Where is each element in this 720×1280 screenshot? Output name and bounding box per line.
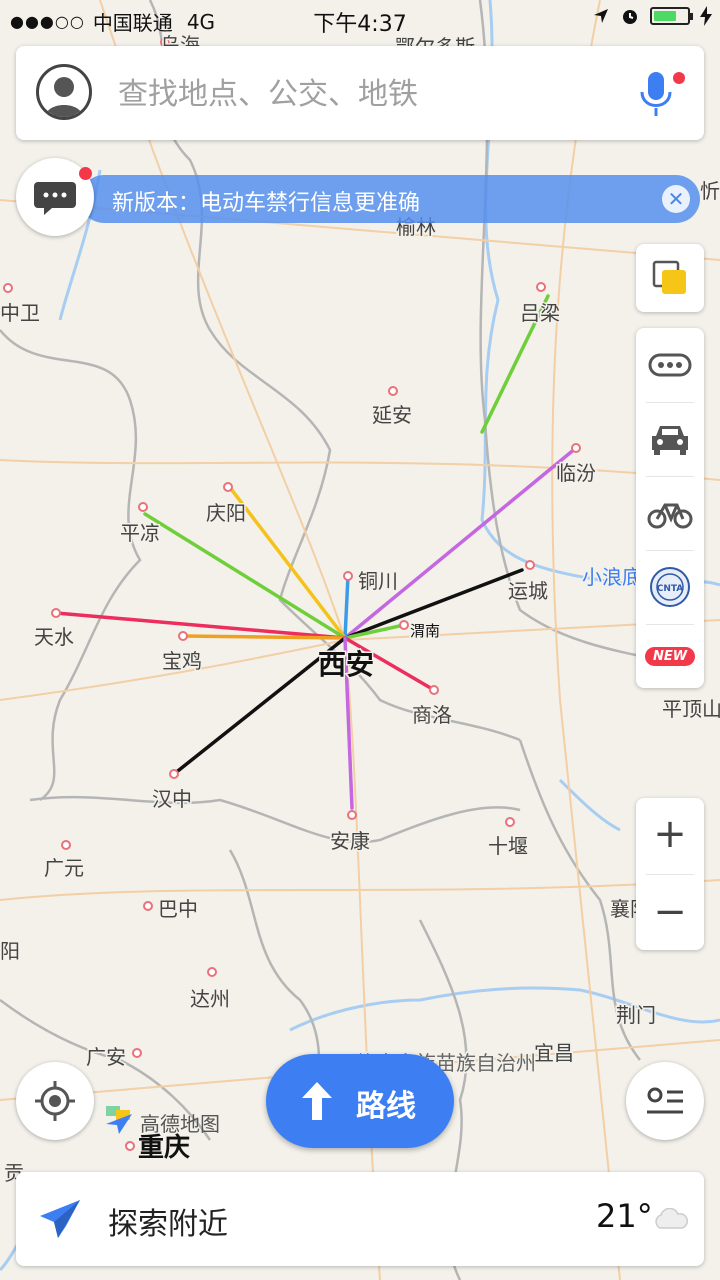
alarm-icon bbox=[623, 10, 637, 24]
city-label: 忻 bbox=[700, 179, 720, 203]
city-marker bbox=[207, 967, 217, 977]
bike-icon bbox=[647, 503, 693, 529]
route-arrow-icon bbox=[302, 1082, 332, 1120]
city-label: 巴中 bbox=[158, 897, 198, 921]
voice-notification-dot bbox=[673, 72, 685, 84]
city-label: 平顶山 bbox=[662, 697, 720, 721]
city-label: 宝鸡 bbox=[162, 649, 202, 673]
bike-button[interactable] bbox=[636, 476, 704, 550]
cnta-label: CNTA bbox=[657, 584, 684, 594]
city-marker bbox=[178, 631, 188, 641]
city-label: 达州 bbox=[190, 987, 230, 1011]
city-marker bbox=[536, 282, 546, 292]
city-marker bbox=[399, 620, 409, 630]
battery-icon bbox=[650, 7, 693, 25]
voice-search-icon[interactable] bbox=[636, 68, 676, 120]
city-marker bbox=[388, 386, 398, 396]
city-label: 中卫 bbox=[0, 301, 40, 325]
city-marker bbox=[347, 810, 357, 820]
city-label: 汉中 bbox=[152, 787, 192, 811]
city-label: 渭南 bbox=[410, 622, 440, 640]
location-arrow-icon bbox=[594, 9, 608, 23]
map-legend-button[interactable] bbox=[626, 1062, 704, 1140]
search-input[interactable] bbox=[116, 66, 600, 122]
side-tool-panel: CNTA NEW bbox=[636, 328, 704, 688]
city-marker bbox=[505, 817, 515, 827]
city-label: 宜昌 bbox=[534, 1041, 574, 1065]
charging-icon bbox=[700, 6, 712, 26]
user-avatar-icon bbox=[45, 77, 83, 117]
list-card-icon bbox=[647, 1087, 683, 1114]
route-button[interactable]: 路线 bbox=[266, 1054, 454, 1148]
city-label: 商洛 bbox=[412, 703, 452, 727]
cloud-icon bbox=[655, 1208, 688, 1229]
zoom-controls: + − bbox=[636, 798, 704, 950]
route-button-label: 路线 bbox=[356, 1089, 416, 1124]
zoom-out-button[interactable]: − bbox=[636, 874, 704, 950]
city-label: 临汾 bbox=[556, 461, 596, 485]
cnta-button[interactable]: CNTA bbox=[636, 550, 704, 624]
cnta-icon: CNTA bbox=[650, 567, 690, 607]
city-marker bbox=[571, 443, 581, 453]
notice-text: 新版本：电动车禁行信息更准确 bbox=[112, 191, 421, 216]
avatar[interactable] bbox=[36, 64, 92, 120]
city-label: 阳 bbox=[0, 939, 20, 963]
route-line-baoji bbox=[181, 634, 347, 640]
zoom-in-button[interactable]: + bbox=[636, 798, 704, 874]
message-notification-dot bbox=[79, 167, 92, 180]
paper-plane-icon bbox=[40, 1200, 80, 1238]
city-marker bbox=[125, 1141, 135, 1151]
city-marker bbox=[138, 502, 148, 512]
city-label: 广安 bbox=[86, 1045, 126, 1069]
explore-nearby-bar[interactable]: 探索附近 21° bbox=[16, 1172, 704, 1266]
city-label: 广元 bbox=[44, 856, 84, 880]
amap-logo-icon bbox=[106, 1106, 132, 1134]
city-label: 安康 bbox=[330, 829, 370, 853]
locate-me-button[interactable] bbox=[16, 1062, 94, 1140]
new-feature-button[interactable]: NEW bbox=[636, 624, 704, 688]
city-label: 天水 bbox=[34, 625, 74, 649]
city-label: 西安 bbox=[318, 648, 374, 681]
crosshair-icon bbox=[35, 1081, 75, 1121]
taxi-icon bbox=[652, 426, 688, 455]
city-marker bbox=[343, 571, 353, 581]
layers-button[interactable] bbox=[636, 244, 704, 312]
city-marker bbox=[132, 1048, 142, 1058]
city-label: 十堰 bbox=[488, 834, 528, 858]
city-marker bbox=[223, 482, 233, 492]
temperature: 21° bbox=[596, 1197, 653, 1235]
taxi-button[interactable] bbox=[636, 402, 704, 476]
notice-banner[interactable]: 新版本：电动车禁行信息更准确 ✕ bbox=[80, 175, 700, 223]
city-label: 平凉 bbox=[120, 521, 160, 545]
city-label: 延安 bbox=[372, 403, 412, 427]
more-icon bbox=[648, 353, 692, 377]
close-icon[interactable]: ✕ bbox=[662, 185, 690, 213]
new-badge: NEW bbox=[644, 646, 696, 666]
city-label: 荆门 bbox=[616, 1003, 656, 1027]
city-marker bbox=[61, 840, 71, 850]
city-marker bbox=[51, 608, 61, 618]
city-marker bbox=[3, 283, 13, 293]
layers-icon bbox=[652, 260, 686, 294]
city-label: 铜川 bbox=[358, 569, 398, 593]
status-bar: ●●●○○ 中国联通 4G 下午4:37 bbox=[0, 0, 720, 40]
more-tools-button[interactable] bbox=[636, 328, 704, 402]
city-marker bbox=[143, 901, 153, 911]
city-marker bbox=[525, 560, 535, 570]
city-marker bbox=[429, 685, 439, 695]
city-label: 吕梁 bbox=[520, 301, 560, 325]
explore-nearby-label: 探索附近 bbox=[108, 1207, 228, 1242]
city-label: 小浪底 bbox=[582, 565, 642, 589]
city-label: 庆阳 bbox=[206, 501, 246, 525]
city-label: 运城 bbox=[508, 579, 548, 603]
city-marker bbox=[169, 769, 179, 779]
search-bar bbox=[16, 46, 704, 140]
amap-logo-text: 高德地图 bbox=[140, 1112, 220, 1136]
